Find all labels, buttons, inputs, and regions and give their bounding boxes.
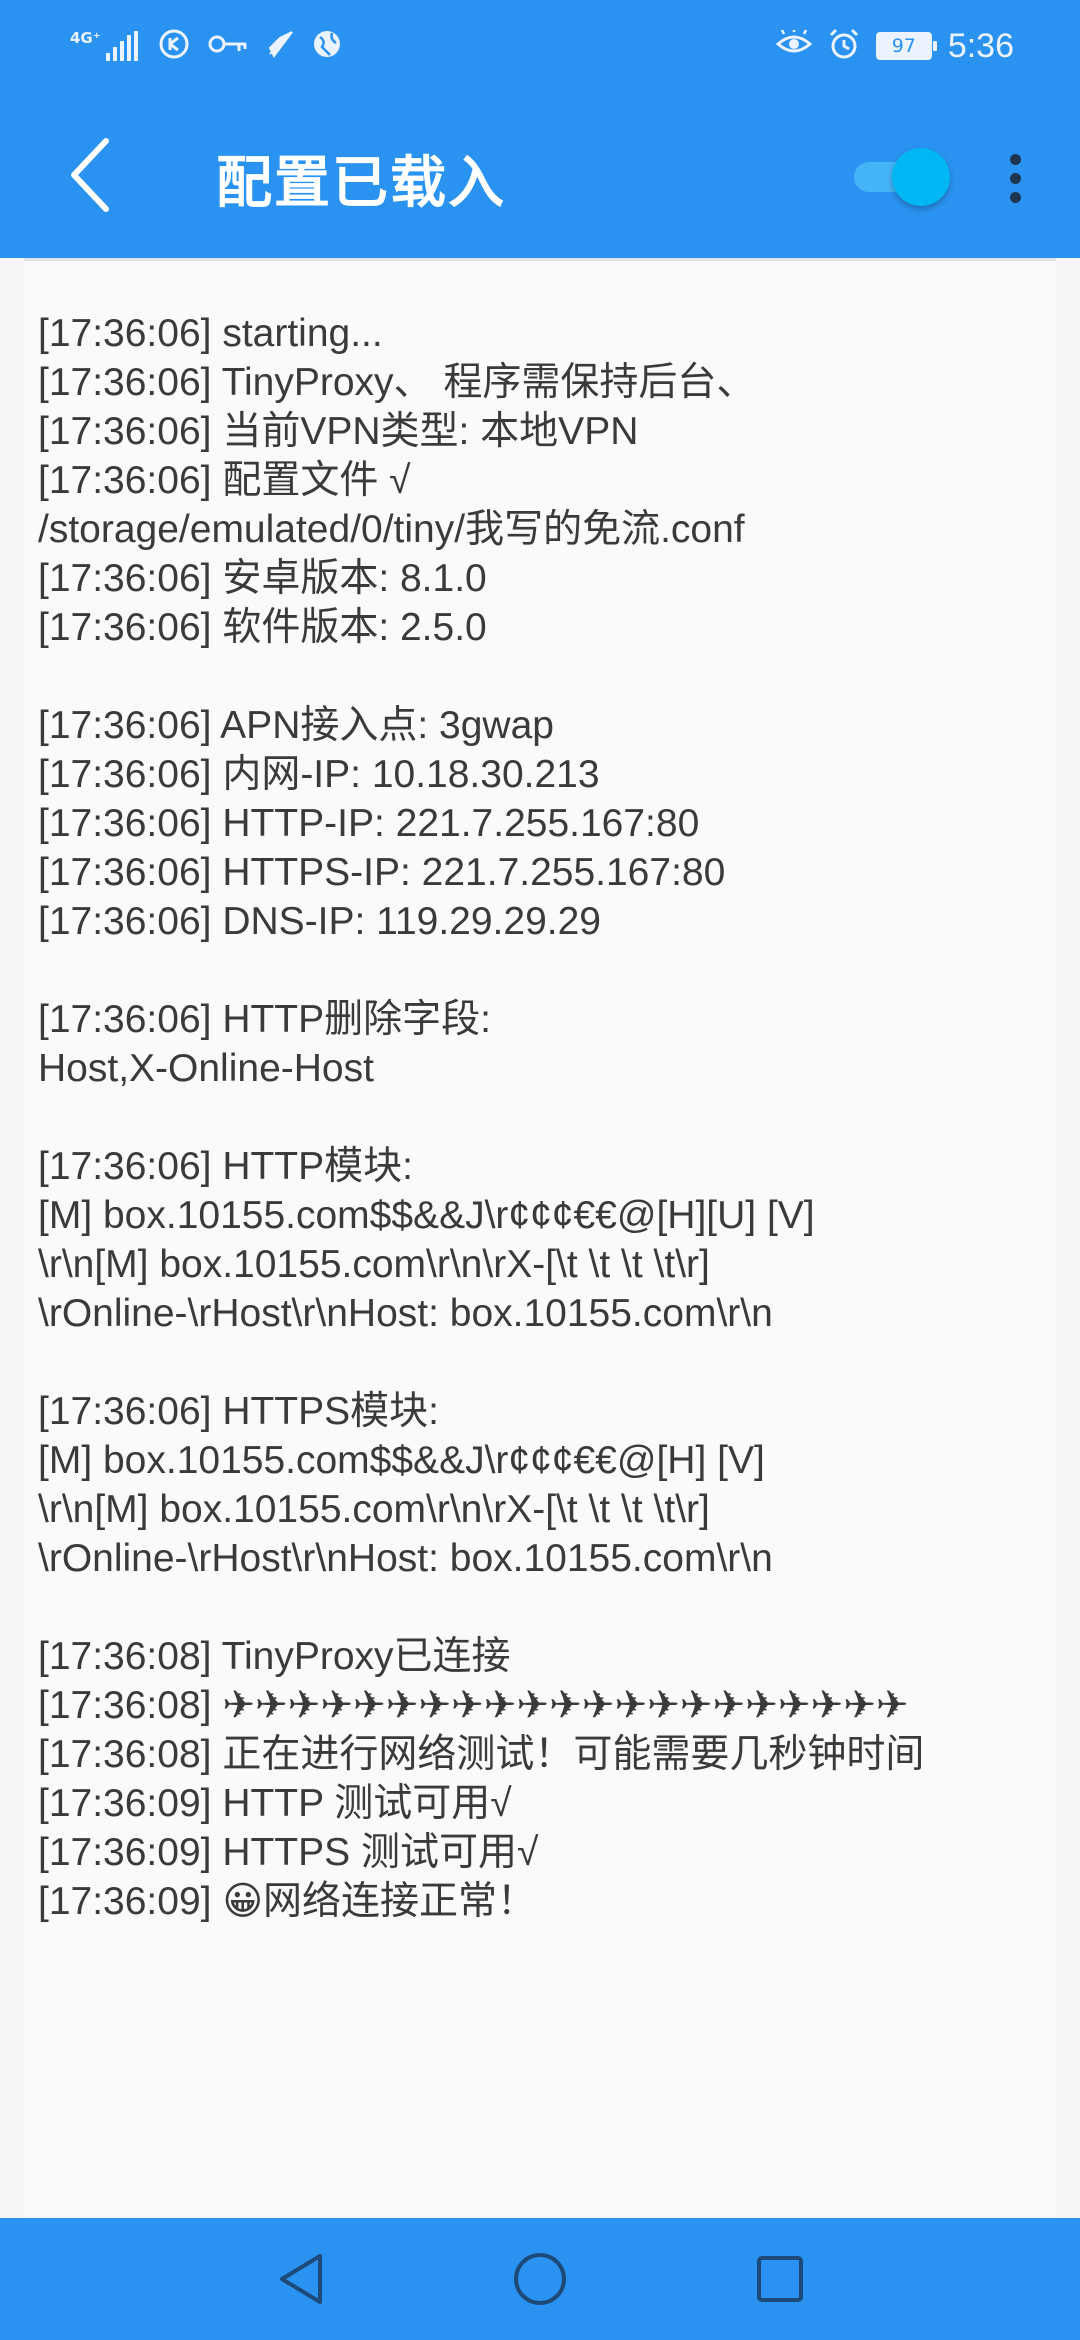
vpn-toggle[interactable] [852, 148, 950, 206]
status-icons-right: 97 5:36 [775, 22, 1014, 70]
more-vert-icon [1009, 153, 1021, 165]
battery-level: 97 [891, 35, 916, 57]
rocket-icon [266, 30, 294, 62]
log-line: [17:36:06] 安卓版本: 8.1.0 [38, 557, 487, 600]
log-panel[interactable]: [17:36:06] starting... [17:36:06] TinyPro… [24, 258, 1056, 2218]
globe-icon [312, 29, 342, 63]
recents-square-icon [757, 2256, 803, 2302]
log-line: [17:36:08] 正在进行网络测试！可能需要几秒钟时间 [38, 1733, 925, 1776]
toggle-thumb [892, 148, 950, 206]
log-line: \r\n[M] box.10155.com\r\n\rX-[\t \t \t \… [38, 1243, 710, 1286]
nav-home-button[interactable] [505, 2244, 575, 2314]
network-type-label: 4G⁺ [70, 29, 101, 47]
log-blank-line [38, 1583, 1048, 1632]
log-line: [17:36:06] HTTPS模块: [38, 1390, 439, 1433]
log-output: [17:36:06] starting... [17:36:06] TinyPro… [38, 309, 1048, 1926]
log-line: [17:36:09] 😀网络连接正常！ [38, 1880, 536, 1923]
log-line: [17:36:08] ✈✈✈✈✈✈✈✈✈✈✈✈✈✈✈✈✈✈✈✈✈ [38, 1684, 909, 1727]
alarm-icon [828, 28, 860, 64]
log-blank-line [38, 1338, 1048, 1387]
log-line: [17:36:06] TinyProxy、 程序需保持后台、 [38, 361, 756, 404]
system-nav-bar [0, 2218, 1080, 2340]
battery-icon: 97 [875, 32, 937, 60]
log-blank-line [38, 946, 1048, 995]
home-circle-icon [514, 2253, 566, 2305]
data-saver-icon [158, 28, 190, 64]
vpn-key-icon [208, 33, 248, 59]
status-bar: 4G⁺ 97 5:36 [0, 0, 1080, 92]
log-line: /storage/emulated/0/tiny/我写的免流.conf [38, 508, 745, 551]
log-line: [M] box.10155.com$$&&J\r¢¢¢€€@[H][U] [V] [38, 1194, 815, 1237]
eye-comfort-icon [775, 28, 813, 62]
log-line: Host,X-Online-Host [38, 1047, 374, 1090]
log-line: [17:36:06] HTTPS-IP: 221.7.255.167:80 [38, 851, 726, 894]
log-line: [17:36:06] HTTP删除字段: [38, 998, 491, 1041]
clock: 5:36 [947, 26, 1014, 65]
log-line: \r\n[M] box.10155.com\r\n\rX-[\t \t \t \… [38, 1488, 710, 1531]
status-icons-left: 4G⁺ [70, 22, 342, 70]
chevron-left-icon [71, 138, 109, 212]
log-line: [17:36:06] HTTP模块: [38, 1145, 413, 1188]
log-line: [17:36:06] HTTP-IP: 221.7.255.167:80 [38, 802, 700, 845]
log-line: [17:36:08] TinyProxy已连接 [38, 1635, 511, 1678]
log-line: [M] box.10155.com$$&&J\r¢¢¢€€@[H] [V] [38, 1439, 765, 1482]
log-line: [17:36:06] APN接入点: 3gwap [38, 704, 554, 747]
app-bar: 配置已载入 [0, 92, 1080, 258]
log-line: \rOnline-\rHost\r\nHost: box.10155.com\r… [38, 1292, 773, 1335]
log-line: [17:36:06] DNS-IP: 119.29.29.29 [38, 900, 601, 943]
signal-icon: 4G⁺ [70, 31, 140, 61]
log-line: [17:36:06] 配置文件 √ [38, 459, 411, 502]
log-line: [17:36:06] 内网-IP: 10.18.30.213 [38, 753, 600, 796]
log-line: \rOnline-\rHost\r\nHost: box.10155.com\r… [38, 1537, 773, 1580]
page-title: 配置已载入 [216, 151, 506, 216]
nav-recents-button[interactable] [745, 2244, 815, 2314]
log-line: [17:36:09] HTTPS 测试可用√ [38, 1831, 539, 1874]
log-line: [17:36:09] HTTP 测试可用√ [38, 1782, 512, 1825]
log-line: [17:36:06] 软件版本: 2.5.0 [38, 606, 487, 649]
log-line: [17:36:06] starting... [38, 312, 383, 355]
more-options-button[interactable] [990, 140, 1040, 216]
back-button[interactable] [50, 130, 130, 220]
nav-back-button[interactable] [266, 2244, 336, 2314]
back-triangle-icon [280, 2254, 322, 2304]
log-blank-line [38, 1093, 1048, 1142]
log-blank-line [38, 652, 1048, 701]
log-line: [17:36:06] 当前VPN类型: 本地VPN [38, 410, 639, 453]
